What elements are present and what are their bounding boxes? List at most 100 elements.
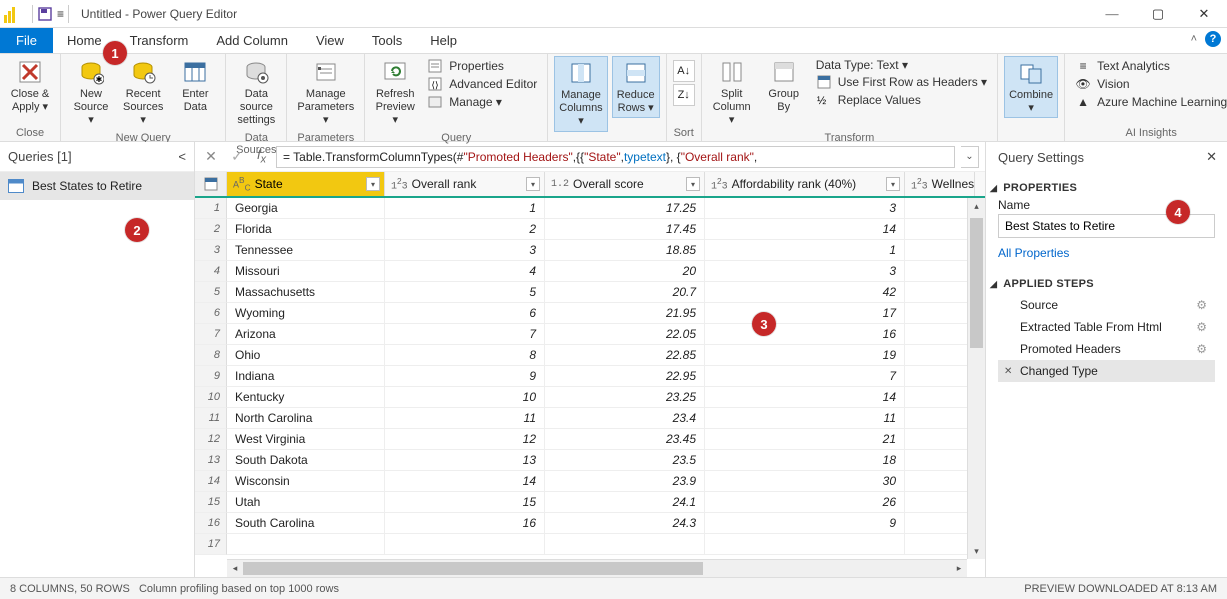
powerbi-icon [4, 5, 22, 23]
all-properties-link[interactable]: All Properties [998, 246, 1069, 260]
maximize-button[interactable]: ▢ [1135, 0, 1181, 28]
tab-transform[interactable]: Transform [116, 28, 203, 53]
manage-columns-button[interactable]: Manage Columns ▾ [554, 56, 607, 132]
table-row[interactable]: 1Georgia117.253 [195, 198, 985, 219]
select-all-icon[interactable] [195, 172, 227, 196]
query-item[interactable]: Best States to Retire [0, 172, 194, 200]
fx-icon[interactable]: fx [257, 147, 266, 166]
column-header-state[interactable]: ABCState▾ [227, 172, 385, 196]
cancel-formula-icon[interactable]: ✕ [201, 147, 221, 167]
minimize-button[interactable]: — [1089, 0, 1135, 28]
combine-button[interactable]: Combine ▾ [1004, 56, 1058, 118]
manage-parameters-button[interactable]: Manage Parameters ▾ [293, 56, 358, 130]
close-window-button[interactable]: ✕ [1181, 0, 1227, 28]
first-row-headers-button[interactable]: Use First Row as Headers ▾ [816, 74, 987, 90]
gear-icon[interactable]: ⚙ [1196, 320, 1207, 334]
filter-dropdown-icon[interactable]: ▾ [366, 177, 380, 191]
table-row[interactable]: 15Utah1524.126 [195, 492, 985, 513]
table-row[interactable]: 16South Carolina1624.39 [195, 513, 985, 534]
new-source-button[interactable]: ✱New Source ▾ [67, 56, 115, 130]
text-analytics-button[interactable]: ≡Text Analytics [1075, 58, 1227, 74]
queries-pane: Queries [1]< Best States to Retire [0, 142, 195, 577]
formula-input[interactable]: = Table.TransformColumnTypes(#"Promoted … [276, 146, 955, 168]
help-icon[interactable]: ? [1205, 31, 1221, 47]
sort-asc-button[interactable]: A↓ [673, 60, 695, 82]
table-row[interactable]: 4Missouri4203 [195, 261, 985, 282]
filter-dropdown-icon[interactable]: ▾ [686, 177, 700, 191]
table-icon [8, 179, 24, 193]
advanced-editor-button[interactable]: ⟨⟩Advanced Editor [427, 76, 537, 92]
table-row[interactable]: 14Wisconsin1423.930 [195, 471, 985, 492]
gear-icon[interactable]: ⚙ [1196, 298, 1207, 312]
data-type-button[interactable]: Data Type: Text ▾ [816, 58, 987, 72]
settings-title: Query Settings [998, 150, 1084, 165]
svg-text:✱: ✱ [96, 75, 103, 84]
applied-step[interactable]: Source⚙ [998, 294, 1215, 316]
split-column-button[interactable]: Split Column ▾ [708, 56, 756, 130]
applied-step[interactable]: Promoted Headers⚙ [998, 338, 1215, 360]
table-row[interactable]: 17 [195, 534, 985, 555]
commit-formula-icon[interactable]: ✓ [227, 147, 247, 167]
table-row[interactable]: 11North Carolina1123.411 [195, 408, 985, 429]
column-header-affordability[interactable]: 123Affordability rank (40%)▾ [705, 172, 905, 196]
ribbon-group-close: Close [6, 125, 54, 141]
filter-dropdown-icon[interactable]: ▾ [886, 177, 900, 191]
table-row[interactable]: 10Kentucky1023.2514 [195, 387, 985, 408]
close-apply-button[interactable]: Close & Apply ▾ [6, 56, 54, 116]
table-row[interactable]: 2Florida217.4514 [195, 219, 985, 240]
tab-view[interactable]: View [302, 28, 358, 53]
datasource-settings-button[interactable]: Data source settings [232, 56, 280, 130]
properties-button[interactable]: Properties [427, 58, 537, 74]
applied-step[interactable]: ✕Changed Type [998, 360, 1215, 382]
applied-steps-heading: APPLIED STEPS [1003, 278, 1094, 290]
file-tab[interactable]: File [0, 28, 53, 53]
tab-help[interactable]: Help [416, 28, 471, 53]
tab-add-column[interactable]: Add Column [202, 28, 302, 53]
grid-body[interactable]: 1Georgia117.2532Florida217.45143Tennesse… [195, 198, 985, 559]
table-row[interactable]: 13South Dakota1323.518 [195, 450, 985, 471]
formula-bar: ✕ ✓ fx = Table.TransformColumnTypes(#"Pr… [195, 142, 985, 172]
horizontal-scrollbar[interactable]: ◂▸ [227, 559, 967, 577]
table-row[interactable]: 9Indiana922.957 [195, 366, 985, 387]
status-columns-rows: 8 COLUMNS, 50 ROWS [10, 583, 130, 595]
enter-data-button[interactable]: Enter Data [171, 56, 219, 116]
table-row[interactable]: 3Tennessee318.851 [195, 240, 985, 261]
title-bar: ≡ Untitled - Power Query Editor — ▢ ✕ [0, 0, 1227, 28]
column-header-wellness[interactable]: 123Wellnes [905, 172, 975, 196]
query-settings-pane: Query Settings✕ ◢PROPERTIES Name All Pro… [985, 142, 1227, 577]
applied-step[interactable]: Extracted Table From Html⚙ [998, 316, 1215, 338]
close-settings-icon[interactable]: ✕ [1206, 149, 1217, 165]
svg-text:⟨⟩: ⟨⟩ [432, 80, 439, 90]
status-preview-time: PREVIEW DOWNLOADED AT 8:13 AM [1024, 583, 1217, 595]
callout-badge-3: 3 [752, 312, 776, 336]
expand-formula-icon[interactable]: ⌄ [961, 146, 979, 168]
table-row[interactable]: 6Wyoming621.9517 [195, 303, 985, 324]
reduce-rows-button[interactable]: Reduce Rows ▾ [612, 56, 660, 118]
table-row[interactable]: 8Ohio822.8519 [195, 345, 985, 366]
collapse-queries-icon[interactable]: < [178, 149, 186, 164]
manage-query-button[interactable]: Manage ▾ [427, 94, 537, 110]
filter-dropdown-icon[interactable]: ▾ [526, 177, 540, 191]
grid-header: ABCState▾ 123Overall rank▾ 1.2Overall sc… [195, 172, 985, 198]
preview-area: ✕ ✓ fx = Table.TransformColumnTypes(#"Pr… [195, 142, 985, 577]
column-header-overall-score[interactable]: 1.2Overall score▾ [545, 172, 705, 196]
recent-sources-button[interactable]: Recent Sources ▾ [119, 56, 167, 130]
azure-ml-button[interactable]: ▲Azure Machine Learning [1075, 94, 1227, 110]
column-header-overall-rank[interactable]: 123Overall rank▾ [385, 172, 545, 196]
sort-desc-button[interactable]: Z↓ [673, 84, 695, 106]
table-row[interactable]: 7Arizona722.0516 [195, 324, 985, 345]
table-row[interactable]: 5Massachusetts520.742 [195, 282, 985, 303]
refresh-preview-button[interactable]: Refresh Preview ▾ [371, 56, 419, 130]
collapse-ribbon-icon[interactable]: ˄ [1191, 33, 1197, 45]
gear-icon[interactable]: ⚙ [1196, 342, 1207, 356]
qat-dropdown-icon[interactable]: ≡ [57, 7, 64, 21]
vertical-scrollbar[interactable]: ▴▾ [967, 198, 985, 559]
group-by-button[interactable]: Group By [760, 56, 808, 116]
ribbon-group-insights: AI Insights [1071, 125, 1227, 141]
qat-save-icon[interactable] [37, 6, 53, 22]
replace-values-button[interactable]: ½Replace Values [816, 92, 987, 108]
table-row[interactable]: 12West Virginia1223.4521 [195, 429, 985, 450]
vision-button[interactable]: 👁Vision [1075, 76, 1227, 92]
status-profiling: Column profiling based on top 1000 rows [139, 583, 339, 595]
tab-tools[interactable]: Tools [358, 28, 416, 53]
